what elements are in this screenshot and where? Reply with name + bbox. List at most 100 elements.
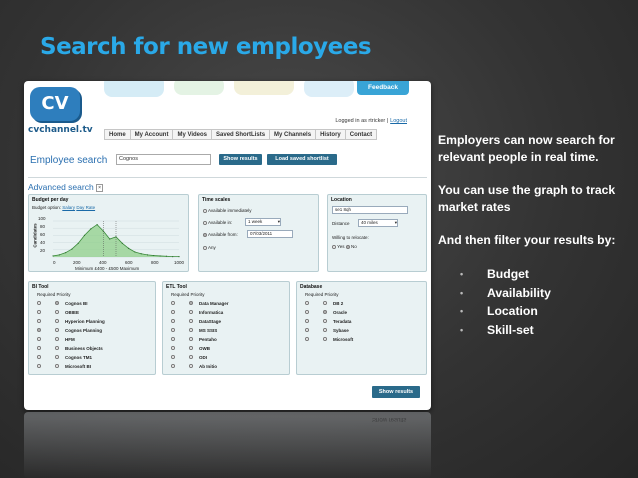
collapse-icon[interactable]: × [96,183,103,192]
required-radio[interactable] [305,319,309,323]
slide-title: Search for new employees [40,34,372,60]
bullet-budget: Budget [460,265,633,284]
priority-header: Priority [190,292,205,297]
skill-label: ODI [199,355,208,360]
priority-radio[interactable] [323,301,327,305]
divider [28,177,427,178]
chart-point [109,238,111,240]
priority-radio[interactable] [189,310,193,314]
priority-radio[interactable] [55,310,59,314]
required-radio[interactable] [305,301,309,305]
priority-radio[interactable] [323,328,327,332]
postcode-input[interactable]: se1 8qh [332,206,408,214]
radio-icon[interactable] [332,244,336,249]
required-radio[interactable] [305,310,309,314]
available-in-select[interactable]: 1 week ▾ [245,218,281,226]
priority-header: Priority [56,292,71,297]
priority-radio[interactable] [323,310,327,314]
radio-icon[interactable] [203,220,207,225]
radio-icon[interactable] [203,208,207,213]
radio-icon[interactable] [203,232,207,237]
search-input[interactable]: Cognos [116,154,211,165]
required-radio[interactable] [171,337,175,341]
time-opt-in[interactable]: Available in: [203,220,232,225]
cv-logo[interactable]: CV [30,87,80,121]
priority-radio[interactable] [55,301,59,305]
priority-radio[interactable] [189,346,193,350]
time-opt-immediately[interactable]: Available immediately [203,208,251,213]
priority-radio[interactable] [189,364,193,368]
budget-option: Budget option: Salary Day Rate [32,205,95,210]
load-shortlist-button[interactable]: Load saved shortlist [267,154,337,165]
nav-my-account[interactable]: My Account [131,130,174,139]
required-radio[interactable] [37,346,41,350]
required-radio[interactable] [37,337,41,341]
required-radio[interactable] [171,328,175,332]
time-opt-label: Available immediately [208,208,252,213]
required-radio[interactable] [37,364,41,368]
x-tick: 1000 [174,260,185,265]
required-radio[interactable] [171,364,175,368]
show-results-button[interactable]: Show results [219,154,262,165]
required-radio[interactable] [171,310,175,314]
skill-label: Cognos TM1 [65,355,92,360]
feedback-button[interactable]: Feedback [357,81,409,95]
radio-icon[interactable] [345,244,350,249]
budget-title: Budget per day [32,197,69,203]
priority-radio[interactable] [55,337,59,341]
available-from-input[interactable]: 07/03/2011 [247,230,293,238]
priority-radio[interactable] [323,337,327,341]
priority-radio[interactable] [55,328,59,332]
relocate-yes[interactable]: Yes [337,244,344,249]
time-opt-from[interactable]: Available from: [203,232,238,237]
nav-contact[interactable]: Contact [346,130,376,139]
radio-icon[interactable] [203,245,207,250]
paragraph-filter: And then filter your results by: [438,233,616,247]
chart-point [128,247,130,249]
day-rate-link[interactable]: Day Rate [76,205,95,210]
required-radio[interactable] [171,355,175,359]
time-opt-label: Available from: [208,232,238,237]
priority-radio[interactable] [189,328,193,332]
required-radio[interactable] [37,355,41,359]
time-opt-any[interactable]: Any [203,245,216,250]
priority-radio[interactable] [189,337,193,341]
nav-my-channels[interactable]: My Channels [270,130,317,139]
required-radio[interactable] [171,346,175,350]
nav-saved-shortlists[interactable]: Saved ShortLists [212,130,271,139]
priority-radio[interactable] [189,301,193,305]
chart-point [172,256,174,258]
chart-point [153,254,155,257]
priority-radio[interactable] [55,319,59,323]
priority-radio[interactable] [189,355,193,359]
nav-home[interactable]: Home [105,130,131,139]
priority-radio[interactable] [189,319,193,323]
distance-select[interactable]: 40 miles ▾ [358,219,398,227]
logout-link[interactable]: Logout [390,118,407,124]
priority-radio[interactable] [55,364,59,368]
required-radio[interactable] [171,301,175,305]
location-title: Location [331,197,352,203]
chart-point [159,255,161,257]
nav-my-videos[interactable]: My Videos [173,130,213,139]
required-radio[interactable] [37,310,41,314]
priority-radio[interactable] [55,355,59,359]
advanced-search-label: Advanced search [28,182,94,192]
required-radio[interactable] [37,301,41,305]
relocate-no[interactable]: No [351,244,357,249]
chart-point [83,234,86,236]
required-radio[interactable] [171,319,175,323]
budget-chart[interactable] [43,219,185,259]
priority-radio[interactable] [55,346,59,350]
priority-radio[interactable] [323,319,327,323]
relocate-label: Willing to relocate: [332,235,369,240]
bottom-show-results-button[interactable]: Show results [372,386,420,398]
required-radio[interactable] [37,319,41,323]
required-radio[interactable] [305,337,309,341]
chart-point [134,251,136,253]
nav-history[interactable]: History [316,130,346,139]
x-tick: 0 [53,260,56,265]
salary-link[interactable]: Salary [62,205,75,210]
required-radio[interactable] [37,328,41,332]
required-radio[interactable] [305,328,309,332]
